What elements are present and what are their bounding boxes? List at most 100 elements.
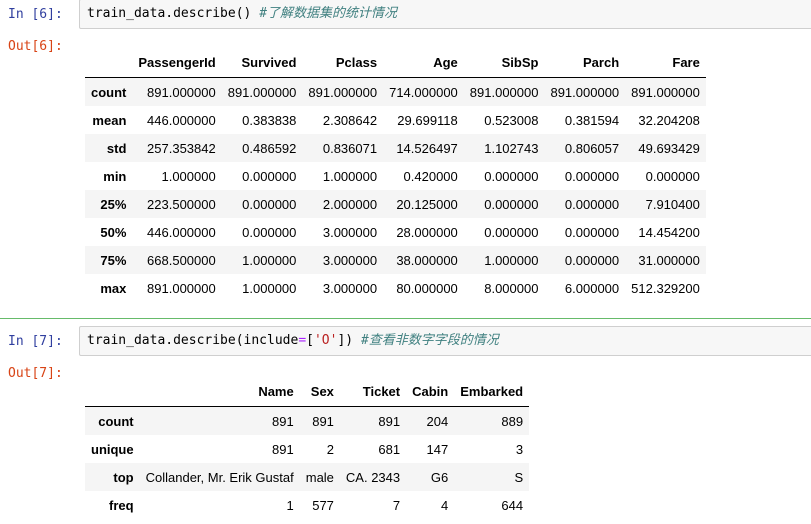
table-cell: 1.000000 xyxy=(242,280,297,296)
table-cell: 14.526497 xyxy=(396,140,458,156)
code-pre: train_data.describe(include xyxy=(87,333,299,348)
table-cell: 891 xyxy=(272,441,294,457)
table-cell: 891.000000 xyxy=(227,84,297,100)
column-header: Survived xyxy=(221,48,303,78)
table-cell: 6.000000 xyxy=(564,280,620,296)
table-cell: 1.000000 xyxy=(242,252,297,268)
table-row: unique 891 2 681 147 3 xyxy=(85,435,529,463)
table-cell: 0.383838 xyxy=(242,112,297,128)
table-cell: G6 xyxy=(430,469,449,485)
table-cell: 0.486592 xyxy=(242,140,297,156)
table-cell: 0.000000 xyxy=(484,196,539,212)
table-cell: 891.000000 xyxy=(147,84,216,100)
index-header xyxy=(85,377,140,407)
table-cell: 7.910400 xyxy=(645,196,700,212)
table-cell: 204 xyxy=(426,413,449,429)
table-row: mean 446.000000 0.383838 2.308642 29.699118 0… xyxy=(85,106,706,134)
code-string: 'O' xyxy=(313,333,338,348)
table-cell: 1.000000 xyxy=(484,252,539,268)
table-cell: 891 xyxy=(378,413,401,429)
table-cell: 2.000000 xyxy=(322,196,378,212)
table-cell: 0.420000 xyxy=(403,168,458,184)
table-cell: Collander, Mr. Erik Gustaf xyxy=(145,469,294,485)
table-cell: 0.000000 xyxy=(242,196,297,212)
table-cell: 446.000000 xyxy=(147,112,216,128)
column-header: Fare xyxy=(625,48,706,78)
table-cell: 2 xyxy=(326,441,334,457)
table-cell: 1 xyxy=(286,497,294,513)
row-label: 75% xyxy=(100,252,127,268)
table-cell: 1.000000 xyxy=(161,168,216,184)
row-label: count xyxy=(91,84,127,100)
table-cell: 891.000000 xyxy=(308,84,378,100)
table-cell: 714.000000 xyxy=(389,84,458,100)
table-cell: 1.102743 xyxy=(484,140,539,156)
table-row: 50% 446.000000 0.000000 3.000000 28.000000 0.… xyxy=(85,218,706,246)
row-label: top xyxy=(113,469,134,485)
table-cell: 891 xyxy=(312,413,334,429)
in-prompt-6: In [6]: xyxy=(8,7,63,22)
table-cell: 2.308642 xyxy=(322,112,378,128)
column-header: Ticket xyxy=(339,377,407,407)
table-cell: 28.000000 xyxy=(396,224,458,240)
table-cell: 257.353842 xyxy=(147,140,216,156)
code-open: [ xyxy=(306,333,314,348)
table-cell: 0.523008 xyxy=(484,112,539,128)
table-cell: 0.000000 xyxy=(564,196,620,212)
code-close: ]) xyxy=(337,333,354,348)
column-header: Sex xyxy=(299,377,340,407)
column-header: Age xyxy=(383,48,464,78)
row-label: min xyxy=(103,168,127,184)
table-cell: 31.000000 xyxy=(638,252,700,268)
table-cell: 80.000000 xyxy=(396,280,458,296)
table-cell: S xyxy=(514,469,524,485)
table-cell: 0.000000 xyxy=(484,224,539,240)
table-cell: 7 xyxy=(392,497,401,513)
table-cell: 446.000000 xyxy=(147,224,216,240)
column-header: Pclass xyxy=(302,48,384,78)
table-cell: 681 xyxy=(378,441,401,457)
table-cell: 512.329200 xyxy=(631,280,700,296)
code-op: = xyxy=(298,333,307,348)
table-row: min 1.000000 0.000000 1.000000 0.420000 0.000… xyxy=(85,162,706,190)
table-cell: 1.000000 xyxy=(322,168,378,184)
column-header: Parch xyxy=(544,48,626,78)
table-cell: 147 xyxy=(426,441,449,457)
table-cell: 3.000000 xyxy=(322,224,378,240)
table-cell: 0.000000 xyxy=(564,168,620,184)
table-cell: 577 xyxy=(312,497,334,513)
row-label: 50% xyxy=(100,224,127,240)
table-cell: 0.836071 xyxy=(322,140,378,156)
row-label: 25% xyxy=(100,196,127,212)
column-header: SibSp xyxy=(463,48,545,78)
table-cell: 668.500000 xyxy=(147,252,216,268)
out-prompt-7: Out[7]: xyxy=(8,366,63,381)
column-header: PassengerId xyxy=(132,48,222,78)
table-cell: 891 xyxy=(272,413,294,429)
table-cell: 14.454200 xyxy=(638,224,700,240)
cell-divider xyxy=(0,318,811,319)
table-cell: 0.000000 xyxy=(242,168,297,184)
code-comment: #了解数据集的统计情况 xyxy=(259,6,398,21)
code-call: train_data.describe() xyxy=(87,6,252,21)
table-cell: 8.000000 xyxy=(484,280,539,296)
row-label: mean xyxy=(92,112,127,128)
table-row: freq 1 577 7 4 644 xyxy=(85,491,529,519)
table-cell: 891.000000 xyxy=(469,84,539,100)
header-row: PassengerId Survived Pclass Age SibSp Parch Fa… xyxy=(85,48,706,78)
table-cell: 4 xyxy=(441,497,449,513)
table-row: count 891 891 891 204 889 xyxy=(85,406,530,435)
table-cell: 891.000000 xyxy=(147,280,216,296)
table-cell: 0.000000 xyxy=(564,252,620,268)
table-row: count 891.000000 891.000000 891.000000 714.0… xyxy=(85,77,706,106)
code-input-6[interactable]: train_data.describe() #了解数据集的统计情况 xyxy=(79,0,811,29)
column-header: Cabin xyxy=(406,377,455,407)
table-cell: 0.000000 xyxy=(564,224,620,240)
table-cell: 3.000000 xyxy=(322,252,378,268)
describe-table: PassengerId Survived Pclass Age SibSp Parch Fa… xyxy=(85,48,706,302)
column-header: Name xyxy=(139,377,300,407)
row-label: count xyxy=(98,413,134,429)
row-label: unique xyxy=(91,441,134,457)
code-input-7[interactable]: train_data.describe(include=['O']) #查看非数… xyxy=(79,326,811,356)
table-cell: 3 xyxy=(515,441,524,457)
